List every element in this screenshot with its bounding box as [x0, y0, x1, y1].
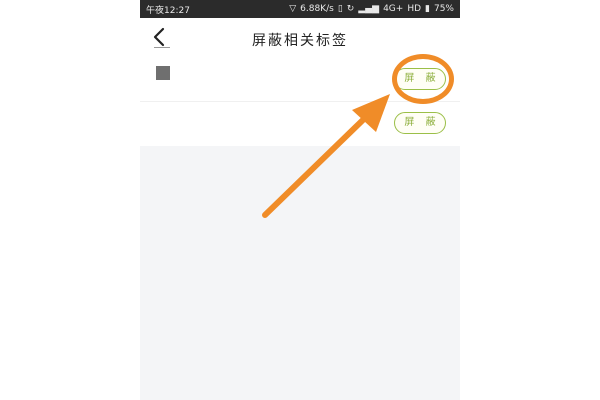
list-item: 屏 蔽 — [140, 102, 460, 146]
annotation-circle — [392, 54, 454, 104]
wifi-icon: ▽ — [289, 3, 297, 14]
sync-icon: ↻ — [346, 3, 355, 14]
sim-icon: ▯ — [337, 3, 343, 14]
status-hd: HD — [407, 4, 422, 14]
status-time: 午夜12:27 — [146, 5, 190, 16]
page-title: 屏蔽相关标签 — [252, 33, 348, 49]
status-right-group: ▽ 6.88K/s ▯ ↻ ▂▄▆ 4G+ HD ▮ 75% — [289, 4, 454, 14]
status-net-speed: 6.88K/s — [300, 4, 334, 14]
battery-icon: ▮ — [425, 3, 430, 14]
tag-thumbnail — [156, 66, 170, 80]
signal-icon: ▂▄▆ — [358, 3, 380, 14]
nav-bar: 屏蔽相关标签 — [140, 18, 460, 58]
status-bar: 午夜12:27 ▽ 6.88K/s ▯ ↻ ▂▄▆ 4G+ HD ▮ 75% — [140, 0, 460, 18]
screenshot-stage: 午夜12:27 ▽ 6.88K/s ▯ ↻ ▂▄▆ 4G+ HD ▮ 75% 屏… — [0, 0, 600, 400]
block-button[interactable]: 屏 蔽 — [394, 112, 446, 134]
status-network: 4G+ — [383, 4, 404, 14]
status-battery: 75% — [433, 4, 454, 14]
